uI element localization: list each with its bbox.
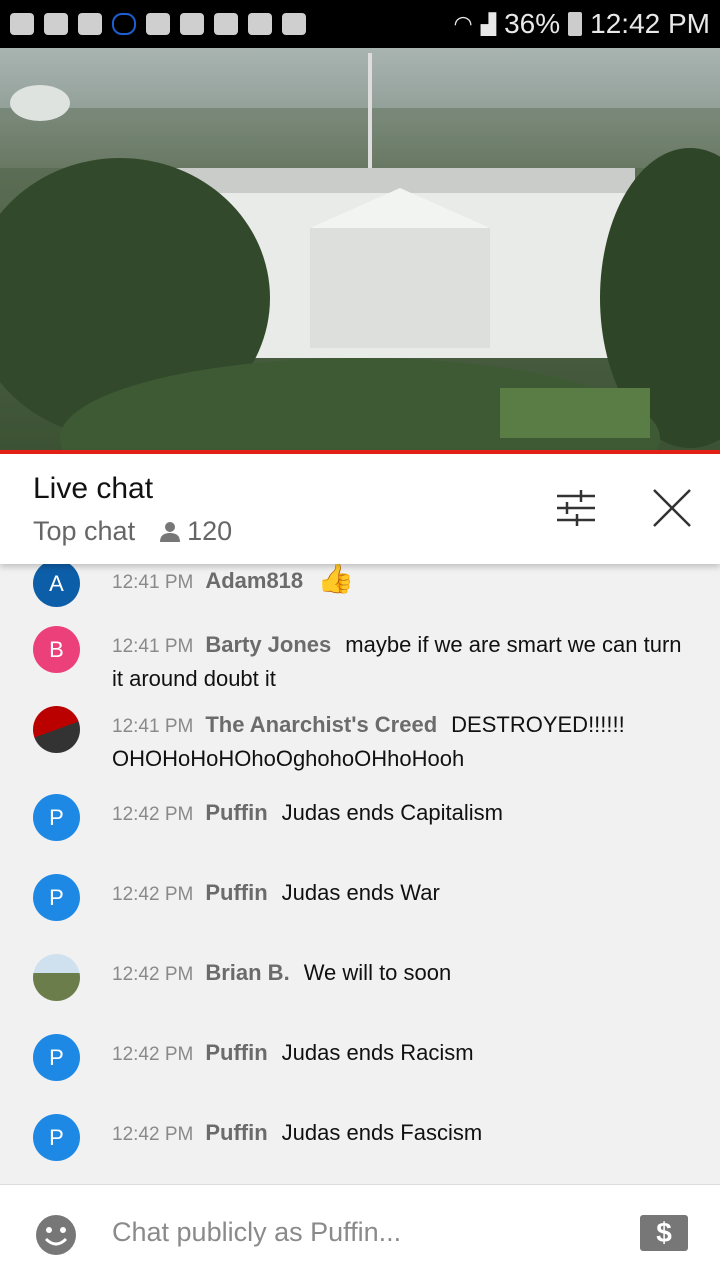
cloud-icon — [112, 13, 136, 35]
message-body: 12:42 PM Puffin Judas ends Capitalism — [112, 797, 692, 831]
message-time: 12:41 PM — [112, 572, 194, 593]
message-text: Judas ends Capitalism — [281, 800, 503, 825]
emoji-icon[interactable] — [36, 1215, 76, 1255]
avatar[interactable]: B — [33, 626, 80, 673]
message-body: 12:42 PM Brian B. We will to soon — [112, 957, 692, 991]
message-author[interactable]: Puffin — [205, 1120, 267, 1145]
message-author[interactable]: The Anarchist's Creed — [205, 712, 437, 737]
message-text: We will to soon — [303, 960, 452, 985]
message-time: 12:41 PM — [112, 636, 194, 657]
avatar[interactable]: P — [33, 874, 80, 921]
clock: 12:42 PM — [590, 8, 710, 39]
message-body: 12:42 PM Puffin Judas ends Racism — [112, 1037, 692, 1071]
video-frame — [0, 53, 720, 450]
avatar[interactable] — [33, 954, 80, 1001]
message-time: 12:42 PM — [112, 884, 194, 905]
play-store-icon — [282, 13, 306, 35]
message-body: 12:41 PM Adam818 👍 — [112, 563, 692, 599]
message-time: 12:42 PM — [112, 964, 194, 985]
person-icon — [160, 521, 181, 542]
sliders-icon — [557, 490, 595, 526]
message-body: 12:41 PM Barty Jones maybe if we are smart… — [112, 629, 692, 695]
message-body: 12:42 PM Puffin Judas ends War — [112, 877, 692, 911]
chat-title: Live chat — [33, 472, 154, 505]
crown-icon — [44, 13, 68, 35]
message-time: 12:42 PM — [112, 1124, 194, 1145]
chat-input[interactable]: Chat publicly as Puffin... — [112, 1217, 401, 1248]
chat-mode-selector[interactable]: Top chat 120 — [33, 516, 232, 547]
message-author[interactable]: Puffin — [205, 800, 267, 825]
message-author[interactable]: Brian B. — [205, 960, 289, 985]
app-icon — [10, 13, 34, 35]
message-author[interactable]: Barty Jones — [205, 632, 331, 657]
wifi-icon: ◠ — [453, 11, 473, 36]
message-time: 12:41 PM — [112, 716, 194, 737]
battery-icon — [568, 12, 583, 36]
signal-icon: ▟ — [480, 13, 497, 36]
message-text: Judas ends War — [281, 880, 440, 905]
message-author[interactable]: Puffin — [205, 1040, 267, 1065]
warning-icon — [180, 13, 204, 35]
battery-percent: 36% — [504, 8, 561, 39]
message-body: 12:42 PM Puffin Judas ends Fascism — [112, 1117, 692, 1151]
folder-icon — [146, 13, 170, 35]
filter-button[interactable] — [553, 484, 601, 532]
video-player[interactable] — [0, 48, 720, 450]
avatar[interactable] — [33, 706, 80, 753]
super-chat-dollar-icon[interactable]: $ — [640, 1215, 688, 1251]
close-icon — [653, 489, 691, 527]
avatar[interactable]: P — [33, 794, 80, 841]
shopping-bag-icon — [248, 13, 272, 35]
image-icon — [214, 13, 238, 35]
message-author[interactable]: Adam818 — [205, 568, 303, 593]
message-text: Judas ends Fascism — [281, 1120, 483, 1145]
chat-header: Live chat Top chat 120 — [0, 454, 720, 564]
chat-input-bar: Chat publicly as Puffin... $ — [0, 1184, 720, 1280]
message-body: 12:41 PM The Anarchist's Creed DESTROYED!!… — [112, 709, 692, 775]
avatar[interactable]: P — [33, 1114, 80, 1161]
status-bar: ◠ ▟ 36% 12:42 PM — [0, 0, 720, 48]
message-author[interactable]: Puffin — [205, 880, 267, 905]
youtube-icon — [78, 13, 102, 35]
message-text: Judas ends Racism — [281, 1040, 474, 1065]
message-text: 👍 — [317, 562, 355, 595]
viewer-count: 120 — [187, 516, 233, 546]
close-button[interactable] — [648, 484, 696, 532]
message-text: maybe if we are smart we can turn it aro… — [112, 632, 682, 691]
message-time: 12:42 PM — [112, 804, 194, 825]
message-time: 12:42 PM — [112, 1044, 194, 1065]
avatar[interactable]: A — [33, 560, 80, 607]
avatar[interactable]: P — [33, 1034, 80, 1081]
chat-mode[interactable]: Top chat — [33, 516, 135, 547]
